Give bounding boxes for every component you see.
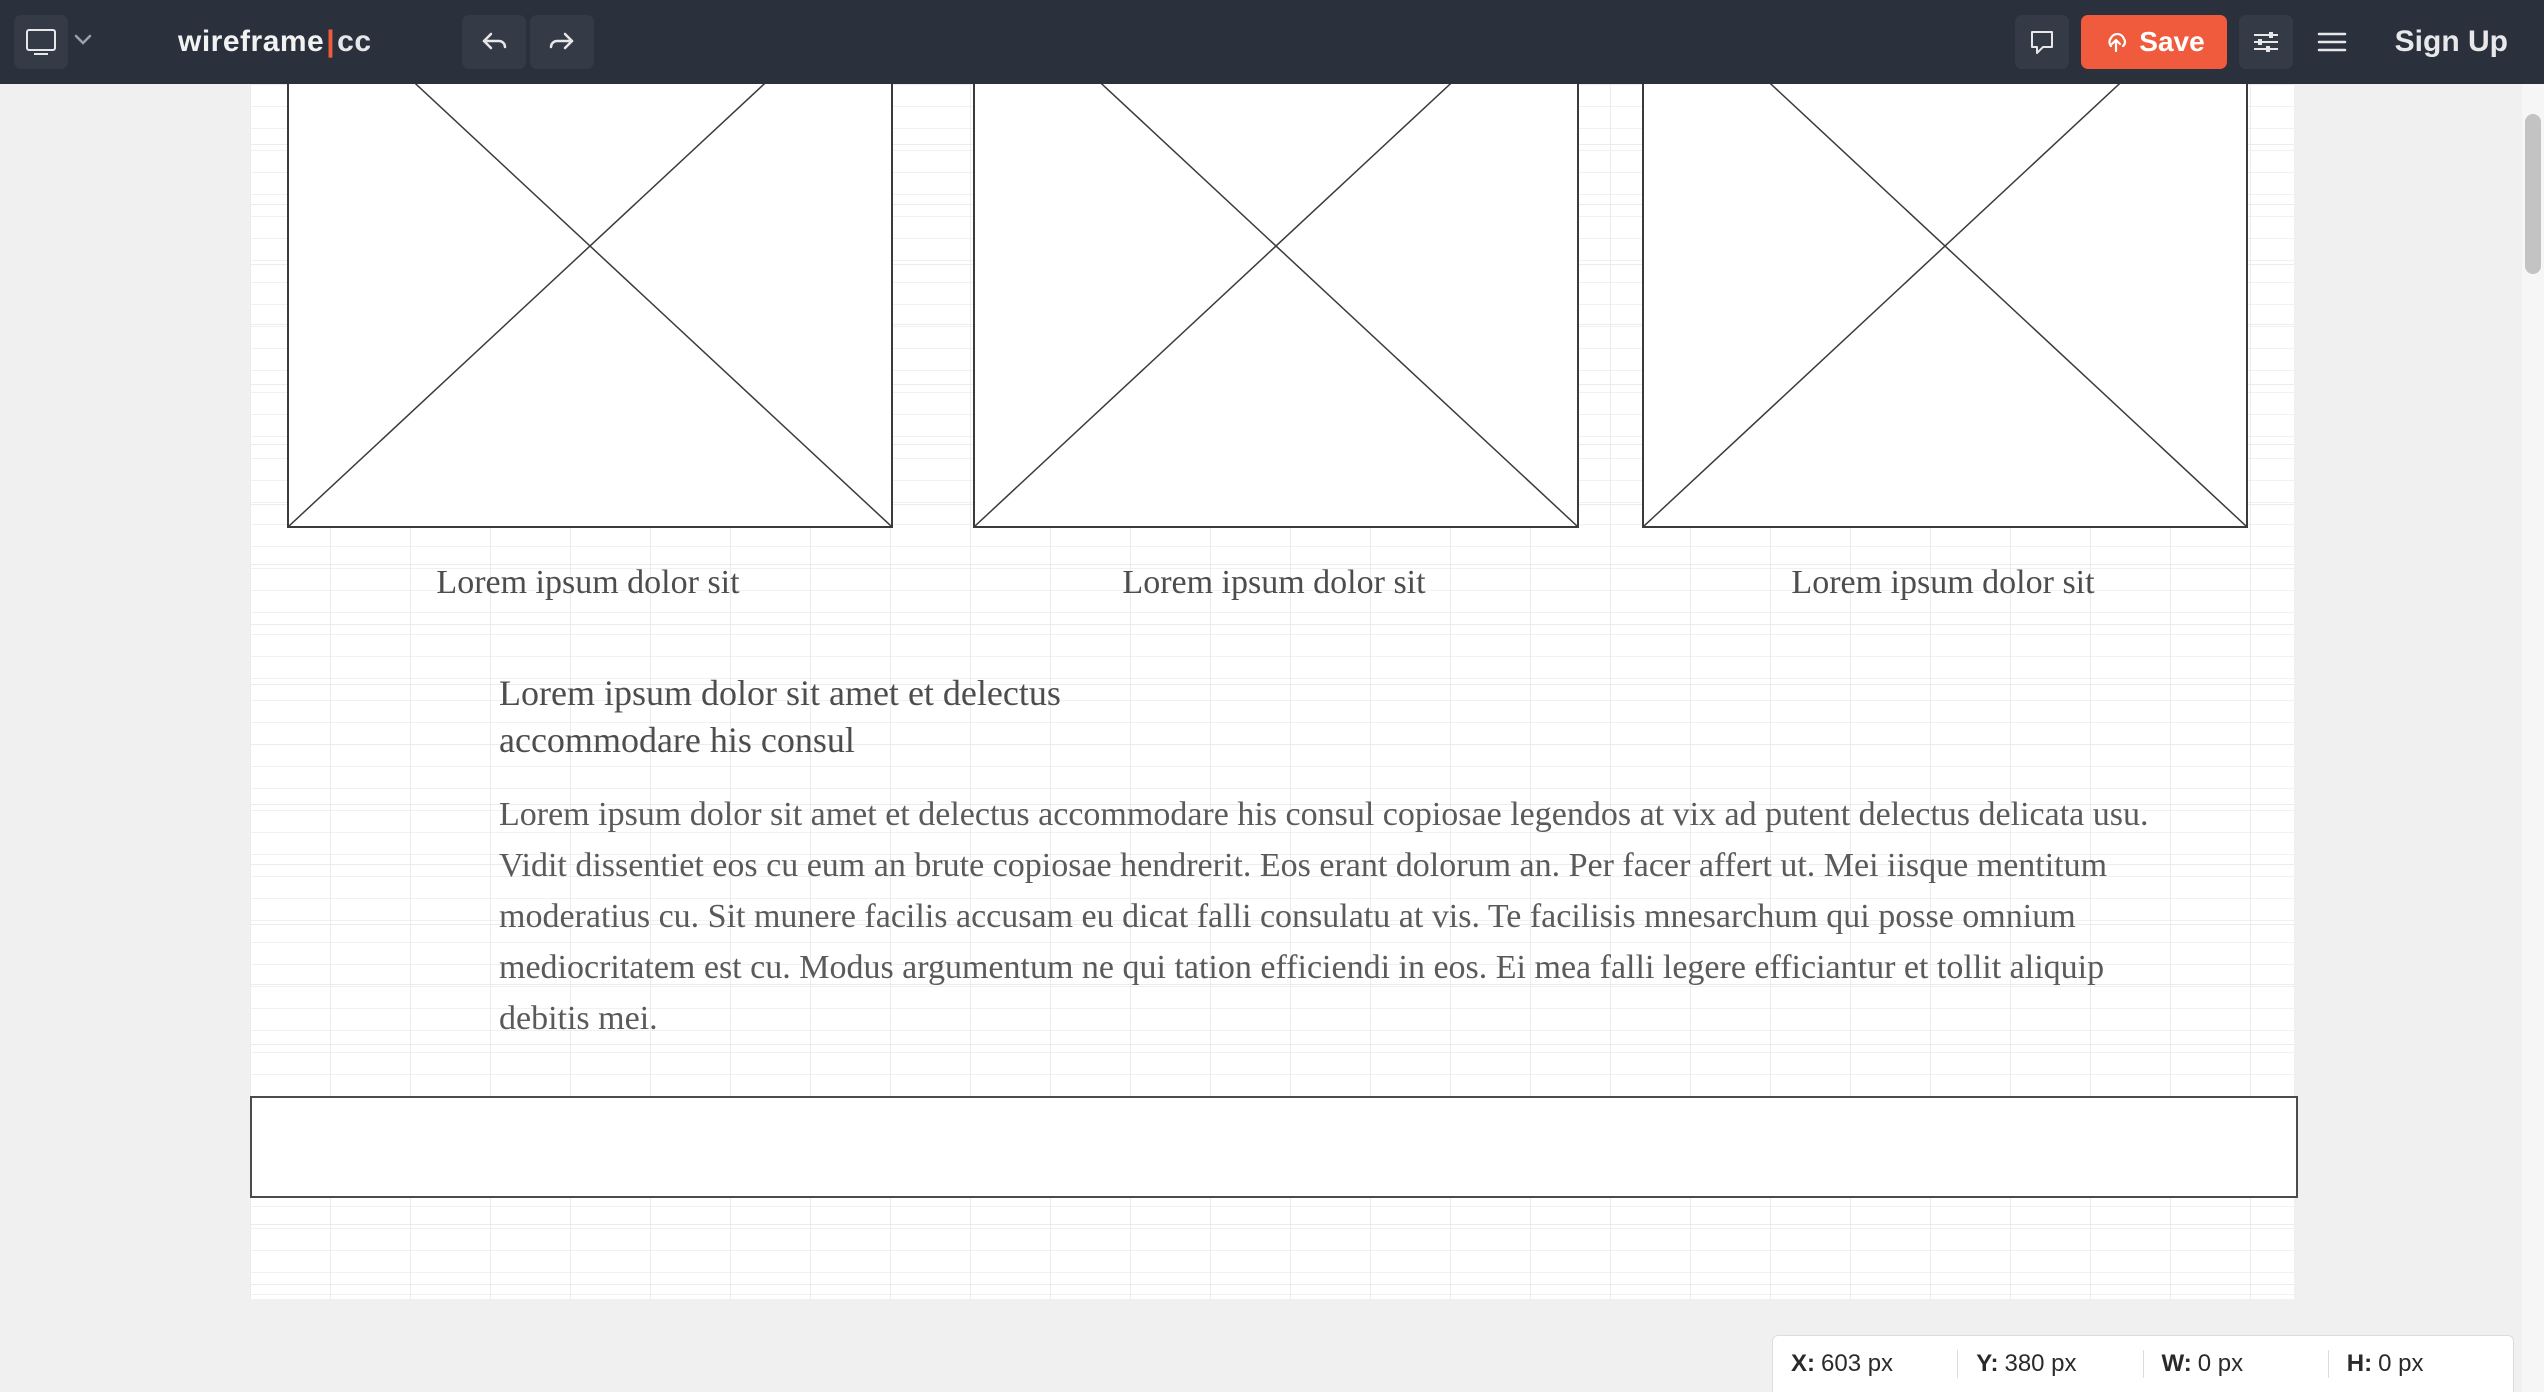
image-caption[interactable]: Lorem ipsum dolor sit (287, 564, 889, 602)
logo-divider: | (324, 25, 337, 59)
scrollbar-thumb[interactable] (2525, 114, 2541, 274)
history-controls (462, 15, 594, 69)
status-h-value: 0 px (2378, 1350, 2423, 1378)
status-h-label: H: (2347, 1350, 2372, 1378)
status-w: W: 0 px (2144, 1350, 2329, 1378)
paragraph-text-block[interactable]: Lorem ipsum dolor sit amet et delectus a… (499, 789, 2159, 1044)
header-right-controls: Save Sign Up (2015, 15, 2532, 69)
redo-button[interactable] (530, 15, 594, 69)
annotate-icon (2028, 28, 2056, 56)
image-placeholder-cross (1644, 84, 2246, 526)
logo-suffix: cc (337, 25, 371, 59)
app-logo[interactable]: wireframe|cc (178, 25, 372, 59)
image-placeholder[interactable] (287, 84, 893, 528)
redo-icon (549, 30, 575, 54)
signup-link[interactable]: Sign Up (2371, 25, 2532, 59)
status-bar: X: 603 px Y: 380 px W: 0 px H: 0 px (1772, 1335, 2514, 1392)
status-y-label: Y: (1976, 1350, 1998, 1378)
image-caption-text: Lorem ipsum dolor sit (436, 564, 739, 601)
status-h: H: 0 px (2329, 1350, 2513, 1378)
image-caption[interactable]: Lorem ipsum dolor sit (1642, 564, 2244, 602)
vertical-scrollbar[interactable] (2522, 84, 2544, 1392)
workspace[interactable]: Lorem ipsum dolor sit Lorem ipsum dolor s… (0, 84, 2544, 1392)
image-placeholder-cross (975, 84, 1577, 526)
status-x-value: 603 px (1821, 1350, 1893, 1378)
menu-button[interactable] (2305, 15, 2359, 69)
image-placeholder-cross (289, 84, 891, 526)
status-y: Y: 380 px (1958, 1350, 2143, 1378)
cloud-upload-icon (2103, 29, 2129, 55)
sliders-icon (2252, 30, 2280, 54)
chevron-down-icon (74, 33, 92, 51)
save-button[interactable]: Save (2081, 15, 2226, 69)
image-caption-text: Lorem ipsum dolor sit (1791, 564, 2094, 601)
status-y-value: 380 px (2004, 1350, 2076, 1378)
status-x-label: X: (1791, 1350, 1815, 1378)
device-selector[interactable] (12, 15, 98, 69)
annotate-button[interactable] (2015, 15, 2069, 69)
paragraph-text: Lorem ipsum dolor sit amet et delectus a… (499, 796, 2148, 1037)
undo-button[interactable] (462, 15, 526, 69)
app-header: wireframe|cc Save (0, 0, 2544, 84)
heading-text: Lorem ipsum dolor sit amet et delectus a… (499, 673, 1061, 760)
image-placeholder[interactable] (973, 84, 1579, 528)
status-w-label: W: (2162, 1350, 2192, 1378)
signup-label: Sign Up (2395, 25, 2508, 58)
footer-rectangle[interactable] (250, 1096, 2298, 1198)
wireframe-canvas[interactable]: Lorem ipsum dolor sit Lorem ipsum dolor s… (250, 84, 2294, 1299)
logo-prefix: wireframe (178, 25, 324, 59)
heading-text-block[interactable]: Lorem ipsum dolor sit amet et delectus a… (499, 670, 1219, 764)
device-desktop-icon (14, 15, 68, 69)
image-placeholder[interactable] (1642, 84, 2248, 528)
image-caption[interactable]: Lorem ipsum dolor sit (973, 564, 1575, 602)
settings-button[interactable] (2239, 15, 2293, 69)
status-w-value: 0 px (2198, 1350, 2243, 1378)
image-caption-text: Lorem ipsum dolor sit (1122, 564, 1425, 601)
status-x: X: 603 px (1773, 1350, 1958, 1378)
save-button-label: Save (2139, 26, 2204, 58)
undo-icon (481, 30, 507, 54)
hamburger-icon (2317, 31, 2347, 53)
